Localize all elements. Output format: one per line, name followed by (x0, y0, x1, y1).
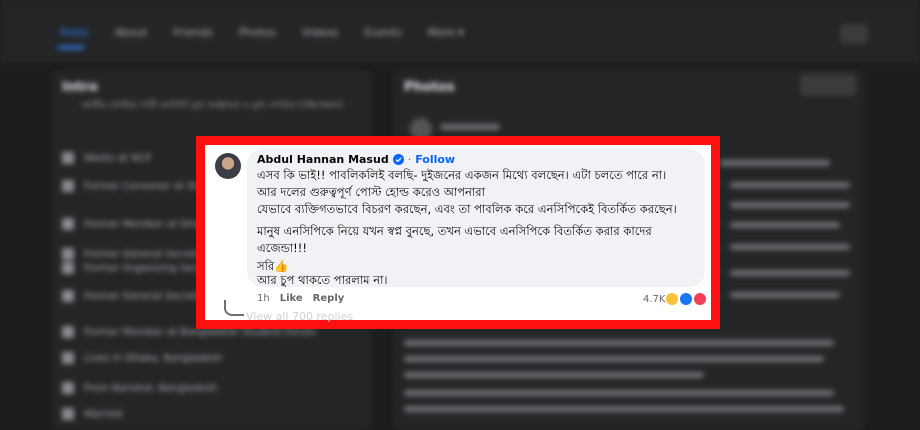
comment-author[interactable]: Abdul Hannan Masud (257, 153, 389, 166)
comment-text-line: এজেন্ডা!!! (257, 241, 308, 255)
reply-button[interactable]: Reply (313, 293, 345, 304)
location-icon (62, 382, 74, 394)
profile-tabs: Posts About Friends Photos Videos Events… (60, 26, 464, 39)
blurred-text (404, 406, 844, 412)
reaction-count: 4.7K (643, 293, 666, 305)
comment-text-line: এসব কি ভাই!! পাবলিকলিই বলছি- দুইজনের একজ… (257, 168, 667, 182)
tab-events[interactable]: Events (365, 26, 402, 39)
blurred-text (720, 160, 830, 166)
work-icon (62, 326, 74, 338)
heart-icon (62, 408, 74, 420)
intro-title: Intro (62, 80, 98, 95)
comment-actions: 1h Like Reply (257, 293, 344, 304)
tab-posts[interactable]: Posts (60, 26, 89, 39)
more-options-button[interactable] (840, 24, 868, 44)
verified-badge-icon (392, 154, 404, 165)
see-all-photos-button[interactable] (800, 74, 856, 96)
blurred-text (730, 292, 840, 298)
comment-header: Abdul Hannan Masud · Follow (257, 153, 455, 166)
blurred-text (730, 270, 850, 276)
work-icon (62, 180, 74, 192)
tab-about[interactable]: About (115, 26, 148, 39)
follow-button[interactable]: Follow (415, 153, 455, 166)
blurred-text (404, 356, 824, 362)
reply-thread-line (224, 300, 244, 316)
blurred-text (440, 124, 500, 130)
active-tab-indicator (58, 46, 84, 49)
intro-item: Works at NCP (62, 152, 151, 164)
intro-item: Lives in Dhaka, Bangladesh (62, 352, 222, 364)
blurred-text (404, 390, 834, 396)
intro-item: Married (62, 408, 122, 420)
photos-title: Photos (404, 80, 455, 95)
comment-text-line: আর দলের গুরুত্বপূর্ণ পোস্ট হোল্ড করেও আপ… (257, 185, 485, 199)
home-icon (62, 352, 74, 364)
intro-item: From Barishal, Bangladesh (62, 382, 217, 394)
comment-text-line: যেভাবে ব্যক্তিগতভাবে বিচরণ করছেন, এবং তা… (257, 202, 677, 216)
tab-videos[interactable]: Videos (302, 26, 339, 39)
highlighted-comment: Abdul Hannan Masud · Follow এসব কি ভাই!!… (196, 136, 720, 329)
like-button[interactable]: Like (280, 293, 303, 304)
commenter-avatar[interactable] (215, 153, 241, 179)
blurred-text (730, 202, 850, 208)
comment-text-line: মানুষ এনসিপিকে নিয়ে যখন স্বপ্ন বুনছে, ত… (257, 224, 652, 238)
blurred-text (730, 244, 850, 250)
blurred-text (730, 182, 850, 188)
work-icon (62, 290, 74, 302)
blurred-text (404, 372, 704, 378)
comment-text-line: আর চুপ থাকতে পারলাম না। (257, 273, 388, 287)
tab-friends[interactable]: Friends (173, 26, 213, 39)
work-icon (62, 262, 74, 274)
intro-item: Former General Secretary (62, 248, 213, 260)
love-icon (693, 292, 708, 306)
tab-photos[interactable]: Photos (239, 26, 276, 39)
work-icon (62, 152, 74, 164)
haha-icon (665, 292, 680, 306)
blurred-text (404, 340, 834, 346)
blurred-text (730, 222, 840, 228)
like-icon (679, 292, 694, 306)
work-icon (62, 248, 74, 260)
reaction-summary[interactable]: 4.7K (643, 292, 708, 306)
intro-bio: জাতীয় নাগরিক পার্টি এনসিপি যুগ্ম আহ্বায… (81, 101, 343, 111)
comment-timestamp[interactable]: 1h (257, 293, 270, 304)
view-replies-link[interactable]: View all 700 replies (246, 310, 353, 323)
work-icon (62, 218, 74, 230)
tab-more[interactable]: More ▾ (428, 26, 464, 39)
separator-dot: · (407, 153, 412, 166)
